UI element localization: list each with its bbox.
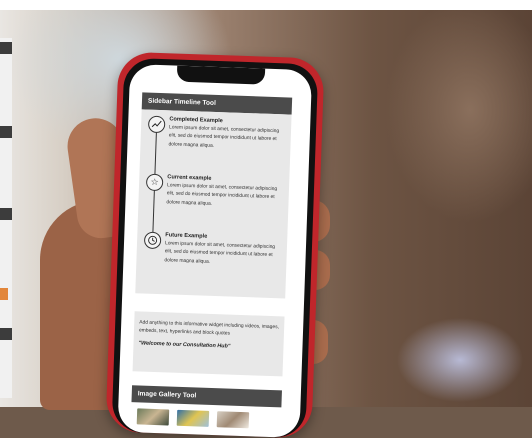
info-widget: Add anything to this informative widget …	[132, 311, 285, 377]
phone-notch	[176, 65, 266, 85]
timeline-item-body: Lorem ipsum dolor sit amet, consectetur …	[166, 183, 278, 207]
laptop-orange-button	[0, 288, 8, 300]
gallery-widget-title: Image Gallery Tool	[131, 385, 282, 408]
gallery-thumbnail[interactable]	[176, 409, 210, 427]
laptop-bar	[0, 208, 12, 220]
phone: Sidebar Timeline Tool Completed Example …	[105, 51, 325, 438]
laptop-bar	[0, 328, 12, 340]
info-widget-quote: "Welcome to our Consultation Hub"	[138, 339, 231, 350]
phone-bezel: Sidebar Timeline Tool Completed Example …	[111, 57, 319, 438]
laptop-bar	[0, 42, 12, 54]
timeline-widget: Completed Example Lorem ipsum dolor sit …	[135, 109, 292, 299]
timeline-item-body: Lorem ipsum dolor sit amet, consectetur …	[168, 125, 280, 149]
clock-icon	[143, 231, 162, 250]
gallery-thumbnails	[131, 408, 281, 429]
phone-screen[interactable]: Sidebar Timeline Tool Completed Example …	[117, 63, 313, 438]
timeline-item[interactable]: ☆ Current example Lorem ipsum dolor sit …	[143, 173, 283, 237]
star-icon: ☆	[145, 173, 164, 192]
timeline-item[interactable]: Future Example Lorem ipsum dolor sit ame…	[141, 231, 281, 294]
top-strip	[0, 0, 532, 10]
laptop-bar	[0, 126, 12, 138]
gallery-thumbnail[interactable]	[216, 411, 250, 429]
chart-icon	[147, 115, 166, 134]
timeline-item[interactable]: Completed Example Lorem ipsum dolor sit …	[145, 115, 285, 179]
laptop-screen-edge	[0, 38, 12, 398]
gallery-thumbnail[interactable]	[136, 408, 170, 426]
page-content: Sidebar Timeline Tool Completed Example …	[131, 92, 293, 429]
info-widget-text: Add anything to this informative widget …	[138, 320, 279, 337]
timeline-item-body: Lorem ipsum dolor sit amet, consectetur …	[164, 241, 276, 265]
